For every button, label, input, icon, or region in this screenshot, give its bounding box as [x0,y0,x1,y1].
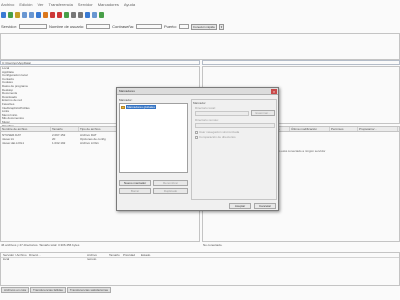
folder-icon [121,105,125,109]
checkbox-icon [195,135,198,139]
close-icon[interactable]: × [271,89,277,94]
ok-button[interactable]: Aceptar [229,203,251,209]
bookmark-settings-group: Marcador Directorio local: Examinar... D… [191,99,277,200]
duplicate-button[interactable]: Duplicado [153,188,188,194]
bookmarks-dialog: Marcadores × Marcador: Marcadores global… [116,87,279,211]
dialog-title: Marcadores [117,88,278,95]
remote-dir-label: Directorio remoto: [195,118,219,122]
group-label: Marcador [193,101,206,105]
compare-dirs-checkbox[interactable]: Comparación de directorios [195,135,236,139]
local-dir-label: Directorio local: [195,106,216,110]
browse-button[interactable]: Examinar... [251,110,275,116]
bookmark-list[interactable]: Marcadores globales [119,103,188,173]
new-bookmark-button[interactable]: Nuevo marcador [119,180,151,186]
rename-button[interactable]: Renombrar [153,180,188,186]
delete-button[interactable]: Borrar [119,188,151,194]
list-item[interactable]: Marcadores globales [121,105,186,109]
sync-browsing-checkbox[interactable]: Usar navegación sincronizada [195,130,239,134]
remote-dir-input[interactable] [195,123,275,128]
cancel-button[interactable]: Cancelar [254,203,276,209]
checkbox-icon [195,130,198,134]
bookmark-list-label: Marcador: [119,98,133,102]
local-dir-input[interactable] [195,111,249,116]
